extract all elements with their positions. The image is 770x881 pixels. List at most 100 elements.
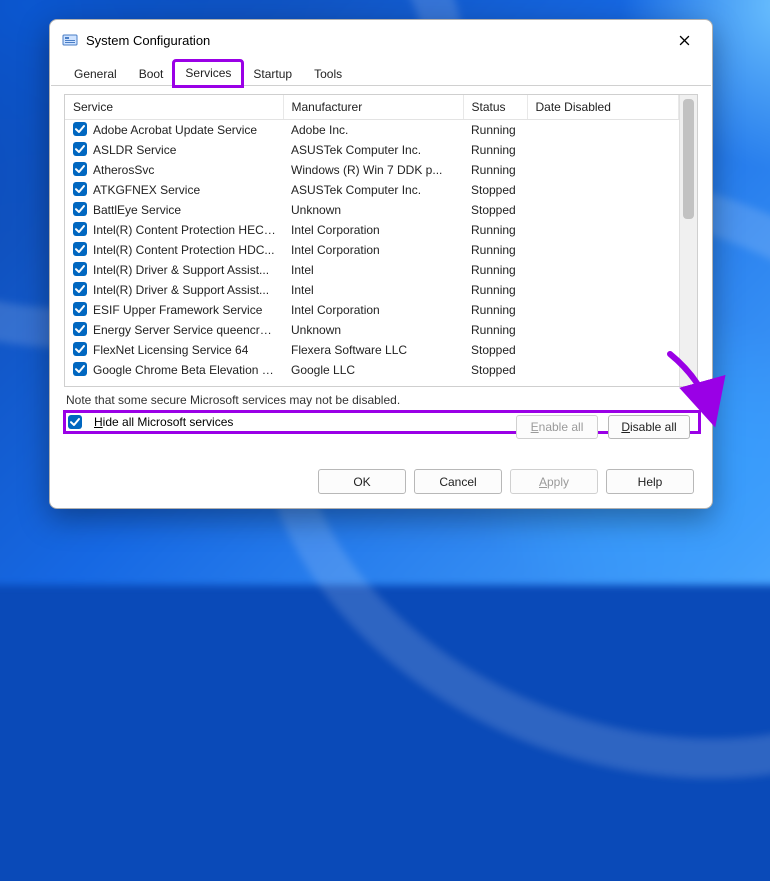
checkbox-icon[interactable] — [73, 162, 87, 176]
table-row[interactable]: Intel(R) Driver & Support Assist...Intel… — [65, 260, 679, 280]
checkbox-icon[interactable] — [73, 322, 87, 336]
checkbox-icon[interactable] — [73, 142, 87, 156]
service-manufacturer: Adobe Inc. — [283, 120, 463, 140]
checkbox-icon[interactable] — [73, 262, 87, 276]
service-name: Energy Server Service queencreek — [93, 323, 277, 337]
service-manufacturer: Unknown — [283, 200, 463, 220]
service-manufacturer: Intel — [283, 260, 463, 280]
checkbox-icon[interactable] — [73, 202, 87, 216]
table-row[interactable]: ATKGFNEX Service ASUSTek Computer Inc.Sto… — [65, 180, 679, 200]
service-status: Stopped — [463, 180, 527, 200]
table-row[interactable]: Intel(R) Driver & Support Assist... Intel… — [65, 280, 679, 300]
service-date-disabled — [527, 340, 679, 360]
service-status: Running — [463, 300, 527, 320]
close-button[interactable] — [662, 25, 706, 55]
table-row[interactable]: Intel(R) Content Protection HECI... Intel… — [65, 220, 679, 240]
apply-button[interactable]: Apply — [510, 469, 598, 494]
scrollbar-thumb[interactable] — [683, 99, 694, 219]
service-manufacturer: Intel Corporation — [283, 240, 463, 260]
col-header-manufacturer[interactable]: Manufacturer — [283, 95, 463, 120]
service-date-disabled — [527, 200, 679, 220]
cancel-button[interactable]: Cancel — [414, 469, 502, 494]
table-row[interactable]: ESIF Upper Framework Service Intel Corpor… — [65, 300, 679, 320]
service-manufacturer: Intel Corporation — [283, 220, 463, 240]
service-name: FlexNet Licensing Service 64 — [93, 343, 248, 357]
col-header-status[interactable]: Status — [463, 95, 527, 120]
table-row[interactable]: Intel(R) Content Protection HDC... Intel … — [65, 240, 679, 260]
checkbox-icon[interactable] — [73, 122, 87, 136]
service-manufacturer: ASUSTek Computer Inc. — [283, 180, 463, 200]
tab-general[interactable]: General — [63, 62, 128, 86]
service-date-disabled — [527, 260, 679, 280]
checkbox-icon[interactable] — [73, 302, 87, 316]
service-name: ESIF Upper Framework Service — [93, 303, 262, 317]
table-row[interactable]: ASLDR ServiceASUSTek Computer Inc.Runnin… — [65, 140, 679, 160]
ok-button[interactable]: OK — [318, 469, 406, 494]
table-row[interactable]: Energy Server Service queencreekUnknownR… — [65, 320, 679, 340]
app-icon — [62, 32, 78, 48]
table-row[interactable]: BattlEye Service UnknownStopped — [65, 200, 679, 220]
service-name: AtherosSvc — [93, 163, 154, 177]
service-date-disabled — [527, 320, 679, 340]
service-manufacturer: ASUSTek Computer Inc. — [283, 140, 463, 160]
col-header-service[interactable]: Service — [65, 95, 283, 120]
services-table: Service Manufacturer Status Date Disable… — [65, 95, 679, 380]
service-manufacturer: Flexera Software LLC — [283, 340, 463, 360]
table-row[interactable]: FlexNet Licensing Service 64 Flexera Soft… — [65, 340, 679, 360]
checkbox-icon[interactable] — [73, 282, 87, 296]
service-name: Google Chrome Beta Elevation S... — [93, 363, 277, 377]
tab-boot[interactable]: Boot — [128, 62, 175, 86]
service-status: Stopped — [463, 200, 527, 220]
service-manufacturer: Windows (R) Win 7 DDK p... — [283, 160, 463, 180]
note-text: Note that some secure Microsoft services… — [64, 387, 698, 407]
service-status: Stopped — [463, 340, 527, 360]
checkbox-icon[interactable] — [73, 342, 87, 356]
checkbox-icon[interactable] — [73, 362, 87, 376]
service-date-disabled — [527, 280, 679, 300]
enable-all-button[interactable]: Enable all — [516, 415, 598, 439]
service-status: Running — [463, 240, 527, 260]
tab-content: Service Manufacturer Status Date Disable… — [50, 86, 712, 457]
hide-microsoft-services-label: Hide all Microsoft services — [94, 415, 233, 429]
service-status: Stopped — [463, 360, 527, 380]
service-name: ATKGFNEX Service — [93, 183, 200, 197]
service-manufacturer: Intel — [283, 280, 463, 300]
service-name: Intel(R) Content Protection HDC... — [93, 243, 274, 257]
service-name: Adobe Acrobat Update Service — [93, 123, 257, 137]
help-button[interactable]: Help — [606, 469, 694, 494]
col-header-date-disabled[interactable]: Date Disabled — [527, 95, 679, 120]
table-row[interactable]: AtherosSvc Windows (R) Win 7 DDK p...Runn… — [65, 160, 679, 180]
window-title: System Configuration — [86, 33, 662, 48]
service-status: Running — [463, 260, 527, 280]
system-configuration-dialog: System Configuration General Boot Servic… — [49, 19, 713, 509]
checkbox-icon[interactable] — [73, 242, 87, 256]
service-status: Running — [463, 140, 527, 160]
service-manufacturer: Google LLC — [283, 360, 463, 380]
service-status: Running — [463, 160, 527, 180]
checkbox-icon[interactable] — [73, 182, 87, 196]
service-name: Intel(R) Driver & Support Assist... — [93, 283, 269, 297]
close-icon — [679, 35, 690, 46]
service-date-disabled — [527, 240, 679, 260]
service-name: BattlEye Service — [93, 203, 181, 217]
titlebar: System Configuration — [50, 20, 712, 60]
service-name: Intel(R) Content Protection HECI... — [93, 223, 277, 237]
dialog-footer: OK Cancel Apply Help — [50, 457, 712, 508]
service-date-disabled — [527, 360, 679, 380]
service-date-disabled — [527, 220, 679, 240]
table-row[interactable]: Google Chrome Beta Elevation S... Google … — [65, 360, 679, 380]
disable-all-button[interactable]: Disable all — [608, 415, 690, 439]
service-manufacturer: Intel Corporation — [283, 300, 463, 320]
checkbox-icon[interactable] — [73, 222, 87, 236]
tab-startup[interactable]: Startup — [242, 62, 303, 86]
service-date-disabled — [527, 140, 679, 160]
table-row[interactable]: Adobe Acrobat Update ServiceAdobe Inc.Ru… — [65, 120, 679, 140]
services-table-container: Service Manufacturer Status Date Disable… — [64, 94, 698, 387]
vertical-scrollbar[interactable] — [679, 95, 697, 386]
service-status: Running — [463, 220, 527, 240]
tab-services[interactable]: Services — [174, 61, 242, 86]
service-date-disabled — [527, 120, 679, 140]
tab-tools[interactable]: Tools — [303, 62, 353, 86]
checkbox-icon — [68, 415, 82, 429]
service-status: Running — [463, 320, 527, 340]
